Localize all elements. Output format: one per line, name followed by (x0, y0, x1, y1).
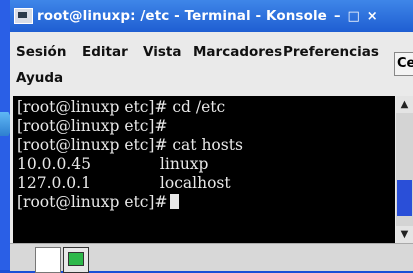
menu-bar: Sesión Editar Vista Marcadores Preferenc… (10, 32, 413, 94)
side-button[interactable]: Ce (394, 52, 413, 76)
title-bar[interactable]: root@linuxp: /etc - Terminal - Konsole –… (10, 0, 413, 32)
terminal-line: [root@linuxp etc]# cat hosts (17, 136, 243, 154)
close-icon[interactable]: × (367, 9, 378, 24)
text-cursor (170, 194, 180, 209)
window-controls: – □ × (334, 9, 378, 24)
document-icon[interactable] (35, 247, 61, 273)
taskbar (10, 243, 413, 273)
konsole-window: root@linuxp: /etc - Terminal - Konsole –… (10, 0, 413, 273)
terminal-prompt: [root@linuxp etc]# (17, 193, 168, 211)
terminal-line: [root@linuxp etc]# (17, 117, 168, 135)
terminal-line: 10.0.0.45 linuxp (17, 155, 209, 173)
terminal-line: [root@linuxp etc]# cd /etc (17, 98, 226, 116)
scrollbar-thumb[interactable] (397, 180, 412, 216)
menu-sesion[interactable]: Sesión (16, 44, 66, 60)
menu-preferencias[interactable]: Preferencias (283, 44, 379, 60)
terminal-output[interactable]: [root@linuxp etc]# cd /etc [root@linuxp … (13, 96, 395, 243)
menu-editar[interactable]: Editar (82, 44, 128, 60)
scrollbar[interactable]: ▲ ▼ (396, 96, 413, 243)
window-title: root@linuxp: /etc - Terminal - Konsole (37, 8, 327, 24)
maximize-icon[interactable]: □ (347, 9, 359, 24)
terminal-line: 127.0.0.1 localhost (17, 174, 231, 192)
terminal-icon[interactable] (63, 247, 89, 273)
terminal-prompt-line: [root@linuxp etc]# (17, 193, 395, 212)
scroll-down-icon[interactable]: ▼ (396, 226, 413, 243)
menu-ayuda[interactable]: Ayuda (16, 70, 63, 86)
minimize-icon[interactable]: – (334, 9, 341, 24)
menu-marcadores[interactable]: Marcadores (193, 44, 282, 60)
scroll-up-icon[interactable]: ▲ (396, 96, 413, 113)
menu-vista[interactable]: Vista (143, 44, 181, 60)
terminal-app-icon[interactable] (14, 8, 33, 24)
